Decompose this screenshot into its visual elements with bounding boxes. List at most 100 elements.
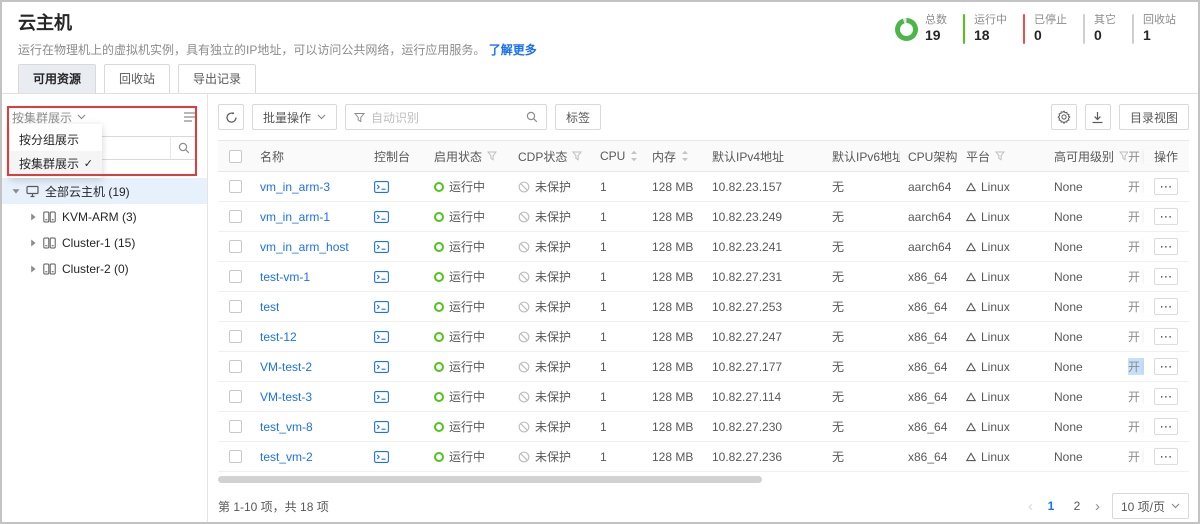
tab-available-resources[interactable]: 可用资源 bbox=[18, 64, 96, 93]
console-icon[interactable] bbox=[374, 271, 389, 283]
column-header-console[interactable]: 控制台 bbox=[366, 148, 426, 165]
row-actions-button[interactable]: ⋯ bbox=[1154, 388, 1178, 405]
export-button[interactable] bbox=[1085, 104, 1111, 130]
select-all-checkbox[interactable] bbox=[229, 150, 242, 163]
row-checkbox[interactable] bbox=[229, 330, 242, 343]
row-checkbox[interactable] bbox=[229, 240, 242, 253]
row-checkbox[interactable] bbox=[229, 450, 242, 463]
cell-ipv4: 10.82.27.230 bbox=[704, 420, 824, 434]
settings-button[interactable] bbox=[1051, 104, 1077, 130]
row-checkbox[interactable] bbox=[229, 180, 242, 193]
column-header-platform[interactable]: 平台 bbox=[958, 148, 1046, 165]
filter-icon[interactable] bbox=[995, 151, 1005, 161]
page-2-button[interactable]: 2 bbox=[1069, 499, 1085, 513]
column-header-ipv6[interactable]: 默认IPv6地址 bbox=[824, 148, 900, 165]
scrollbar-thumb[interactable] bbox=[218, 476, 762, 483]
platform-value: Linux bbox=[981, 330, 1010, 344]
console-icon[interactable] bbox=[374, 181, 389, 193]
console-icon[interactable] bbox=[374, 421, 389, 433]
row-actions-button[interactable]: ⋯ bbox=[1154, 358, 1178, 375]
console-icon[interactable] bbox=[374, 451, 389, 463]
console-icon[interactable] bbox=[374, 301, 389, 313]
memory-value: 128 MB bbox=[652, 180, 693, 194]
row-checkbox[interactable] bbox=[229, 420, 242, 433]
console-icon[interactable] bbox=[374, 241, 389, 253]
learn-more-link[interactable]: 了解更多 bbox=[489, 43, 537, 57]
vm-name-link[interactable]: vm_in_arm_host bbox=[260, 240, 349, 254]
filter-icon[interactable] bbox=[487, 151, 497, 161]
directory-view-button[interactable]: 目录视图 bbox=[1119, 104, 1189, 130]
column-header-memory[interactable]: 内存 bbox=[644, 148, 704, 165]
sort-icon[interactable] bbox=[630, 150, 638, 162]
search-icon[interactable] bbox=[526, 111, 538, 123]
cpu-value: 1 bbox=[600, 420, 607, 434]
prev-page-button[interactable]: ‹ bbox=[1028, 499, 1033, 514]
console-icon[interactable] bbox=[374, 361, 389, 373]
tab-export-records[interactable]: 导出记录 bbox=[178, 64, 256, 93]
caret-right-icon[interactable] bbox=[29, 265, 41, 273]
caret-down-icon[interactable] bbox=[12, 187, 24, 195]
filter-icon[interactable] bbox=[572, 151, 582, 161]
row-actions-button[interactable]: ⋯ bbox=[1154, 448, 1178, 465]
vm-name-link[interactable]: VM-test-3 bbox=[260, 390, 312, 404]
vm-name-link[interactable]: test_vm-8 bbox=[260, 420, 313, 434]
row-actions-button[interactable]: ⋯ bbox=[1154, 238, 1178, 255]
column-header-ipv4[interactable]: 默认IPv4地址 bbox=[704, 148, 824, 165]
caret-right-icon[interactable] bbox=[29, 213, 41, 221]
display-mode-selector[interactable]: 按集群展示 bbox=[12, 109, 86, 126]
dropdown-item-by-group[interactable]: 按分组展示 bbox=[10, 127, 102, 151]
column-header-actions[interactable]: 操作 bbox=[1144, 148, 1188, 165]
tag-button[interactable]: 标签 bbox=[555, 104, 601, 130]
tree-item-all-vms[interactable]: 全部云主机 (19) bbox=[2, 178, 207, 204]
row-checkbox[interactable] bbox=[229, 390, 242, 403]
vm-name-link[interactable]: test-12 bbox=[260, 330, 297, 344]
tree-item-cluster-1[interactable]: Cluster-1 (15) bbox=[2, 230, 207, 256]
column-header-ha[interactable]: 高可用级别 bbox=[1046, 148, 1128, 165]
row-actions-button[interactable]: ⋯ bbox=[1154, 298, 1178, 315]
vm-name-link[interactable]: test bbox=[260, 300, 279, 314]
cell-ha: None bbox=[1046, 210, 1128, 224]
tree-display-options-icon[interactable] bbox=[183, 111, 197, 123]
tab-recycle-bin[interactable]: 回收站 bbox=[104, 64, 170, 93]
ipv6-value: 无 bbox=[832, 418, 844, 435]
filter-icon[interactable] bbox=[1119, 151, 1128, 161]
row-actions-button[interactable]: ⋯ bbox=[1154, 178, 1178, 195]
row-actions-button[interactable]: ⋯ bbox=[1154, 208, 1178, 225]
console-icon[interactable] bbox=[374, 211, 389, 223]
dropdown-item-by-cluster[interactable]: 按集群展示✓ bbox=[10, 151, 102, 175]
row-actions-button[interactable]: ⋯ bbox=[1154, 268, 1178, 285]
column-header-name[interactable]: 名称 bbox=[252, 148, 366, 165]
column-header-cpu[interactable]: CPU bbox=[592, 149, 644, 163]
column-header-arch[interactable]: CPU架构 bbox=[900, 148, 958, 165]
row-actions-button[interactable]: ⋯ bbox=[1154, 418, 1178, 435]
row-checkbox[interactable] bbox=[229, 210, 242, 223]
tree-item-kvm-arm[interactable]: KVM-ARM (3) bbox=[2, 204, 207, 230]
column-header-status[interactable]: 启用状态 bbox=[426, 148, 510, 165]
next-page-button[interactable]: › bbox=[1095, 499, 1100, 514]
column-header-cdp[interactable]: CDP状态 bbox=[510, 148, 592, 165]
refresh-button[interactable] bbox=[218, 104, 244, 130]
row-checkbox[interactable] bbox=[229, 270, 242, 283]
row-checkbox[interactable] bbox=[229, 300, 242, 313]
caret-right-icon[interactable] bbox=[29, 239, 41, 247]
batch-actions-button[interactable]: 批量操作 bbox=[252, 104, 337, 130]
vm-name-link[interactable]: test_vm-2 bbox=[260, 450, 313, 464]
column-header-partial[interactable]: 开 bbox=[1128, 148, 1144, 165]
vm-name-link[interactable]: vm_in_arm-1 bbox=[260, 210, 330, 224]
cell-arch: aarch64 bbox=[900, 210, 958, 224]
vm-name-link[interactable]: test-vm-1 bbox=[260, 270, 310, 284]
page-1-button[interactable]: 1 bbox=[1043, 499, 1059, 513]
cell-arch: x86_64 bbox=[900, 450, 958, 464]
vm-name-link[interactable]: VM-test-2 bbox=[260, 360, 312, 374]
row-checkbox[interactable] bbox=[229, 360, 242, 373]
page-size-select[interactable]: 10 项/页 bbox=[1112, 493, 1189, 519]
console-icon[interactable] bbox=[374, 391, 389, 403]
sort-icon[interactable] bbox=[681, 150, 689, 162]
console-icon[interactable] bbox=[374, 331, 389, 343]
row-actions-button[interactable]: ⋯ bbox=[1154, 328, 1178, 345]
vm-search-box[interactable]: 自动识别 bbox=[345, 104, 547, 130]
vm-name-link[interactable]: vm_in_arm-3 bbox=[260, 180, 330, 194]
sidebar-search-icon[interactable] bbox=[170, 137, 196, 159]
tree-item-cluster-2[interactable]: Cluster-2 (0) bbox=[2, 256, 207, 282]
dropdown-item-label: 按集群展示 bbox=[19, 155, 79, 172]
